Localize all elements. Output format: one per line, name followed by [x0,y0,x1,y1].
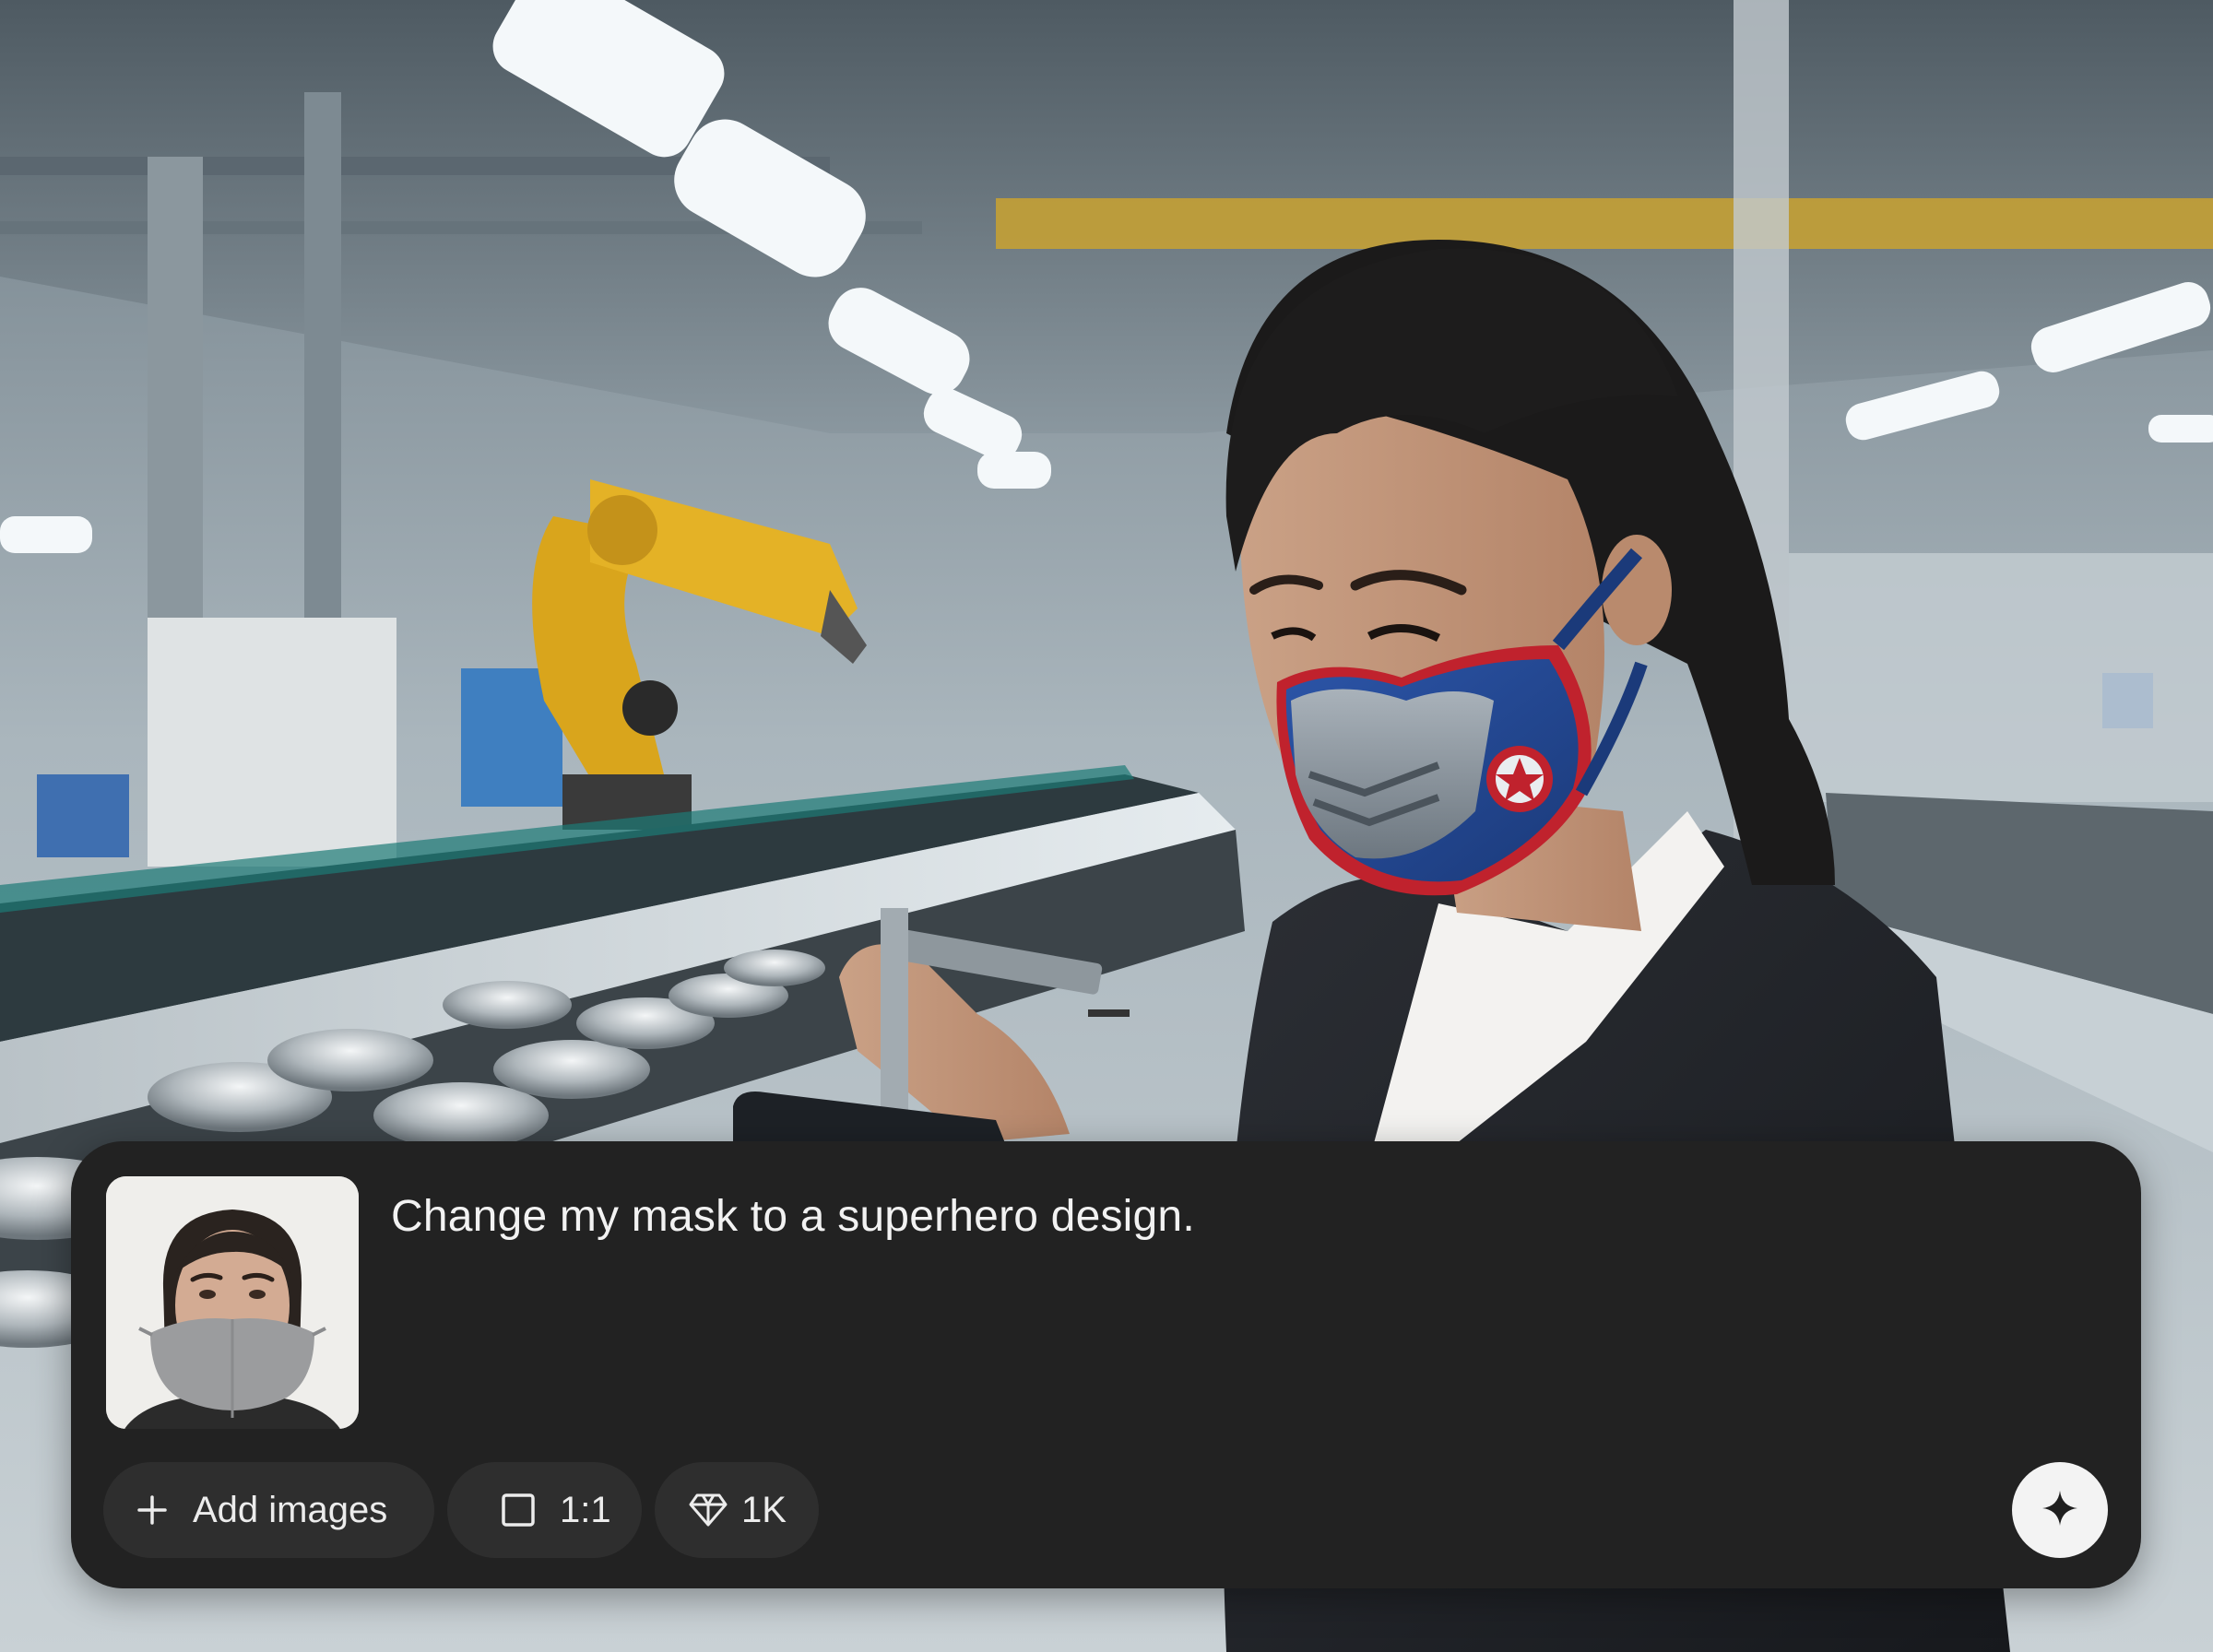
plus-icon [136,1493,169,1527]
add-images-button[interactable]: Add images [103,1462,434,1558]
diamond-icon [688,1492,728,1528]
square-icon [501,1493,536,1528]
generate-button[interactable] [2012,1462,2108,1558]
resolution-label: 1K [741,1489,787,1530]
add-images-label: Add images [193,1489,388,1530]
reference-photo-icon [106,1176,359,1429]
prompt-panel: Change my mask to a superhero design. Ad… [71,1141,2141,1588]
aspect-ratio-button[interactable]: 1:1 [447,1462,642,1558]
aspect-ratio-label: 1:1 [560,1489,611,1530]
sparkle-icon [2040,1488,2080,1533]
resolution-button[interactable]: 1K [655,1462,819,1558]
reference-image-thumbnail[interactable] [106,1176,359,1429]
prompt-text[interactable]: Change my mask to a superhero design. [391,1189,2051,1245]
